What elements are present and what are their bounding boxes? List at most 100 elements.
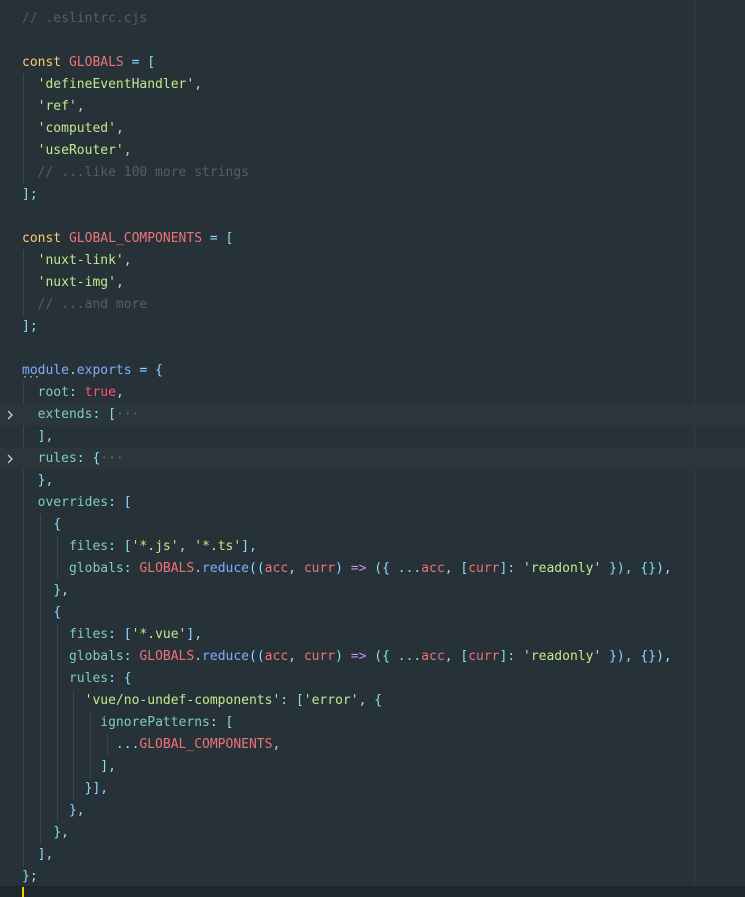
folded-ellipsis[interactable]: ··· <box>116 407 139 422</box>
code-token: , <box>288 561 304 576</box>
code-line[interactable]: // .eslintrc.cjs <box>0 8 745 30</box>
code-token: : [ <box>108 627 132 642</box>
code-token: acc <box>421 649 445 664</box>
code-line[interactable]: // ...and more <box>0 294 745 316</box>
code-token: true <box>84 385 116 400</box>
code-token: GLOBALS <box>68 55 124 70</box>
code-line[interactable]: 'defineEventHandler', <box>0 74 745 96</box>
code-token: 'nuxt-link' <box>37 253 124 268</box>
code-text: { <box>22 602 61 624</box>
code-text: ...GLOBAL_COMPONENTS, <box>22 734 280 756</box>
code-line[interactable]: globals: GLOBALS.reduce((acc, curr) => (… <box>0 558 745 580</box>
code-line[interactable]: module.exports = { <box>0 360 745 382</box>
code-text: rules: { <box>22 668 132 690</box>
code-text: module.exports = { <box>22 360 163 382</box>
code-token: '*.vue' <box>131 627 187 642</box>
folded-ellipsis[interactable]: ··· <box>100 451 123 466</box>
code-token: }, <box>68 803 85 818</box>
code-token: ], <box>100 759 116 774</box>
code-token: ]; <box>22 187 38 202</box>
code-text: 'computed', <box>22 118 124 140</box>
code-text: 'ref', <box>22 96 85 118</box>
code-line[interactable] <box>0 206 745 228</box>
code-token: (( <box>249 649 265 664</box>
code-token: }), {}), <box>601 649 672 664</box>
code-line[interactable]: ignorePatterns: [ <box>0 712 745 734</box>
code-line[interactable]: 'useRouter', <box>0 140 745 162</box>
code-line[interactable]: overrides: [ <box>0 492 745 514</box>
code-editor[interactable]: // .eslintrc.cjs const GLOBALS = [ 'defin… <box>0 0 745 897</box>
code-line[interactable]: ], <box>0 844 745 866</box>
code-token: ) <box>335 561 351 576</box>
code-line[interactable]: ]; <box>0 316 745 338</box>
code-line[interactable]: ...GLOBAL_COMPONENTS, <box>0 734 745 756</box>
code-line[interactable]: const GLOBAL_COMPONENTS = [ <box>0 228 745 250</box>
code-line[interactable]: ]; <box>0 184 745 206</box>
code-line[interactable]: }, <box>0 822 745 844</box>
code-token: }), {}), <box>601 561 672 576</box>
code-line[interactable]: 'computed', <box>0 118 745 140</box>
code-token: { <box>53 605 62 620</box>
code-line[interactable]: rules: { <box>0 668 745 690</box>
code-line[interactable]: 'nuxt-img', <box>0 272 745 294</box>
code-token: GLOBAL_COMPONENTS <box>68 231 203 246</box>
code-line[interactable]: files: ['*.vue'], <box>0 624 745 646</box>
code-text: }], <box>22 778 108 800</box>
code-text: extends: [··· <box>22 404 140 426</box>
code-line[interactable]: 'vue/no-undef-components': ['error', { <box>0 690 745 712</box>
code-token: '*.ts' <box>194 539 242 554</box>
code-line[interactable]: }; <box>0 866 745 888</box>
code-token: }], <box>84 781 109 796</box>
chevron-right-icon[interactable] <box>4 453 16 465</box>
code-line[interactable] <box>0 338 745 360</box>
code-token: // ...and more <box>37 297 148 312</box>
code-line[interactable]: 'ref', <box>0 96 745 118</box>
code-token: curr <box>468 649 500 664</box>
code-line[interactable]: }], <box>0 778 745 800</box>
code-token: // ...like 100 more strings <box>37 165 249 180</box>
code-text: ], <box>22 756 116 778</box>
code-line[interactable]: }, <box>0 470 745 492</box>
code-text: 'nuxt-link', <box>22 250 132 272</box>
code-token: , <box>115 385 124 400</box>
code-token: globals <box>68 649 124 664</box>
chevron-right-icon[interactable] <box>4 409 16 421</box>
code-line[interactable]: ], <box>0 426 745 448</box>
code-line[interactable]: root: true, <box>0 382 745 404</box>
code-line[interactable]: { <box>0 602 745 624</box>
code-line[interactable]: extends: [··· <box>0 404 745 426</box>
code-token: ignorePatterns <box>100 715 210 730</box>
code-line[interactable]: { <box>0 514 745 536</box>
code-line[interactable]: 'nuxt-link', <box>0 250 745 272</box>
code-text: }, <box>22 800 85 822</box>
code-text: ignorePatterns: [ <box>22 712 233 734</box>
code-token: 'vue/no-undef-components' <box>84 693 281 708</box>
code-line[interactable]: }, <box>0 800 745 822</box>
code-token: acc <box>421 561 445 576</box>
code-line[interactable] <box>0 30 745 52</box>
code-line[interactable]: ], <box>0 756 745 778</box>
code-line[interactable]: const GLOBALS = [ <box>0 52 745 74</box>
code-token: curr <box>468 561 500 576</box>
code-token: : <box>123 649 140 664</box>
code-token: rules <box>37 451 77 466</box>
code-line[interactable]: files: ['*.js', '*.ts'], <box>0 536 745 558</box>
code-line[interactable]: // ...like 100 more strings <box>0 162 745 184</box>
code-line[interactable]: globals: GLOBALS.reduce((acc, curr) => (… <box>0 646 745 668</box>
code-line[interactable]: }, <box>0 580 745 602</box>
code-token: . <box>68 363 77 378</box>
code-token: : { <box>108 671 132 686</box>
code-token: '*.js' <box>131 539 179 554</box>
code-token: files <box>68 627 109 642</box>
code-text: }, <box>22 580 69 602</box>
code-text: { <box>22 514 61 536</box>
code-text: ]; <box>22 184 38 206</box>
code-line[interactable]: rules: {··· <box>0 448 745 470</box>
code-token: GLOBAL_COMPONENTS <box>139 737 273 752</box>
